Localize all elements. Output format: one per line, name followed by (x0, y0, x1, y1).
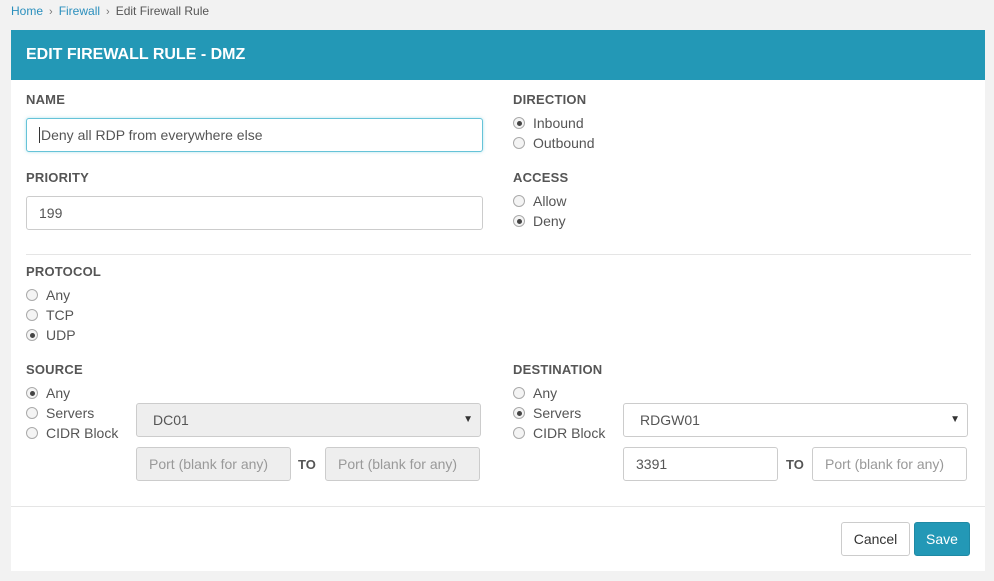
panel-title: EDIT FIREWALL RULE - DMZ (11, 30, 985, 80)
direction-outbound-radio[interactable]: Outbound (513, 133, 595, 153)
radio-dot-icon (26, 427, 38, 439)
source-server-select-value: DC01 (153, 412, 189, 428)
source-to-label: TO (298, 457, 316, 472)
source-port-from-placeholder: Port (blank for any) (149, 456, 269, 472)
source-label: SOURCE (26, 362, 83, 377)
radio-dot-icon (513, 117, 525, 129)
radio-label: TCP (46, 307, 74, 323)
radio-label: Allow (533, 193, 567, 209)
source-servers-radio[interactable]: Servers (26, 403, 94, 423)
destination-cidr-radio[interactable]: CIDR Block (513, 423, 605, 443)
destination-servers-radio[interactable]: Servers (513, 403, 581, 423)
radio-dot-icon (513, 387, 525, 399)
cancel-button[interactable]: Cancel (841, 522, 910, 556)
radio-dot-icon (513, 407, 525, 419)
radio-label: Any (46, 385, 71, 401)
radio-label: Outbound (533, 135, 595, 151)
source-any-radio[interactable]: Any (26, 383, 70, 403)
source-port-from-input[interactable]: Port (blank for any) (136, 447, 291, 481)
source-port-to-input[interactable]: Port (blank for any) (325, 447, 480, 481)
protocol-any-radio[interactable]: Any (26, 285, 70, 305)
radio-dot-icon (513, 195, 525, 207)
section-divider (26, 254, 971, 255)
source-cidr-radio[interactable]: CIDR Block (26, 423, 118, 443)
access-label: ACCESS (513, 170, 569, 185)
priority-input[interactable]: 199 (26, 196, 483, 230)
radio-dot-icon (26, 387, 38, 399)
radio-dot-icon (513, 427, 525, 439)
destination-server-select[interactable]: RDGW01 ▼ (623, 403, 968, 437)
radio-dot-icon (513, 215, 525, 227)
destination-port-to-input[interactable]: Port (blank for any) (812, 447, 967, 481)
breadcrumb-firewall-link[interactable]: Firewall (59, 4, 100, 18)
radio-label: CIDR Block (46, 425, 119, 441)
radio-dot-icon (26, 289, 38, 301)
radio-label: UDP (46, 327, 76, 343)
name-label: NAME (26, 92, 66, 107)
text-cursor (39, 127, 40, 143)
breadcrumb-home-link[interactable]: Home (11, 4, 43, 18)
destination-to-label: TO (786, 457, 804, 472)
radio-dot-icon (26, 309, 38, 321)
protocol-label: PROTOCOL (26, 264, 102, 279)
radio-dot-icon (26, 407, 38, 419)
destination-port-to-placeholder: Port (blank for any) (825, 456, 945, 472)
name-input-value: Deny all RDP from everywhere else (41, 127, 263, 143)
dropdown-arrow-icon: ▼ (950, 414, 960, 425)
protocol-udp-radio[interactable]: UDP (26, 325, 76, 345)
breadcrumb: Home › Firewall › Edit Firewall Rule (11, 4, 209, 18)
radio-dot-icon (26, 329, 38, 341)
breadcrumb-current: Edit Firewall Rule (115, 4, 210, 18)
breadcrumb-separator: › (106, 6, 110, 18)
direction-inbound-radio[interactable]: Inbound (513, 113, 584, 133)
radio-label: Servers (533, 405, 582, 421)
radio-label: Servers (46, 405, 95, 421)
save-button[interactable]: Save (914, 522, 970, 556)
radio-label: Inbound (533, 115, 584, 131)
footer-divider (11, 506, 985, 507)
dropdown-arrow-icon: ▼ (463, 414, 473, 425)
priority-label: PRIORITY (26, 170, 89, 185)
destination-label: DESTINATION (513, 362, 603, 377)
radio-label: Any (46, 287, 71, 303)
radio-label: Deny (533, 213, 566, 229)
edit-rule-panel: EDIT FIREWALL RULE - DMZ NAME Deny all R… (11, 30, 985, 571)
radio-label: Any (533, 385, 558, 401)
destination-server-select-value: RDGW01 (640, 412, 700, 428)
destination-any-radio[interactable]: Any (513, 383, 557, 403)
access-allow-radio[interactable]: Allow (513, 191, 566, 211)
direction-label: DIRECTION (513, 92, 587, 107)
priority-input-value: 199 (39, 205, 63, 221)
destination-port-from-input[interactable]: 3391 (623, 447, 778, 481)
radio-label: CIDR Block (533, 425, 606, 441)
breadcrumb-separator: › (49, 6, 53, 18)
source-port-to-placeholder: Port (blank for any) (338, 456, 458, 472)
radio-dot-icon (513, 137, 525, 149)
source-server-select[interactable]: DC01 ▼ (136, 403, 481, 437)
name-input[interactable]: Deny all RDP from everywhere else (26, 118, 483, 152)
destination-port-from-value: 3391 (636, 456, 668, 472)
access-deny-radio[interactable]: Deny (513, 211, 566, 231)
protocol-tcp-radio[interactable]: TCP (26, 305, 74, 325)
